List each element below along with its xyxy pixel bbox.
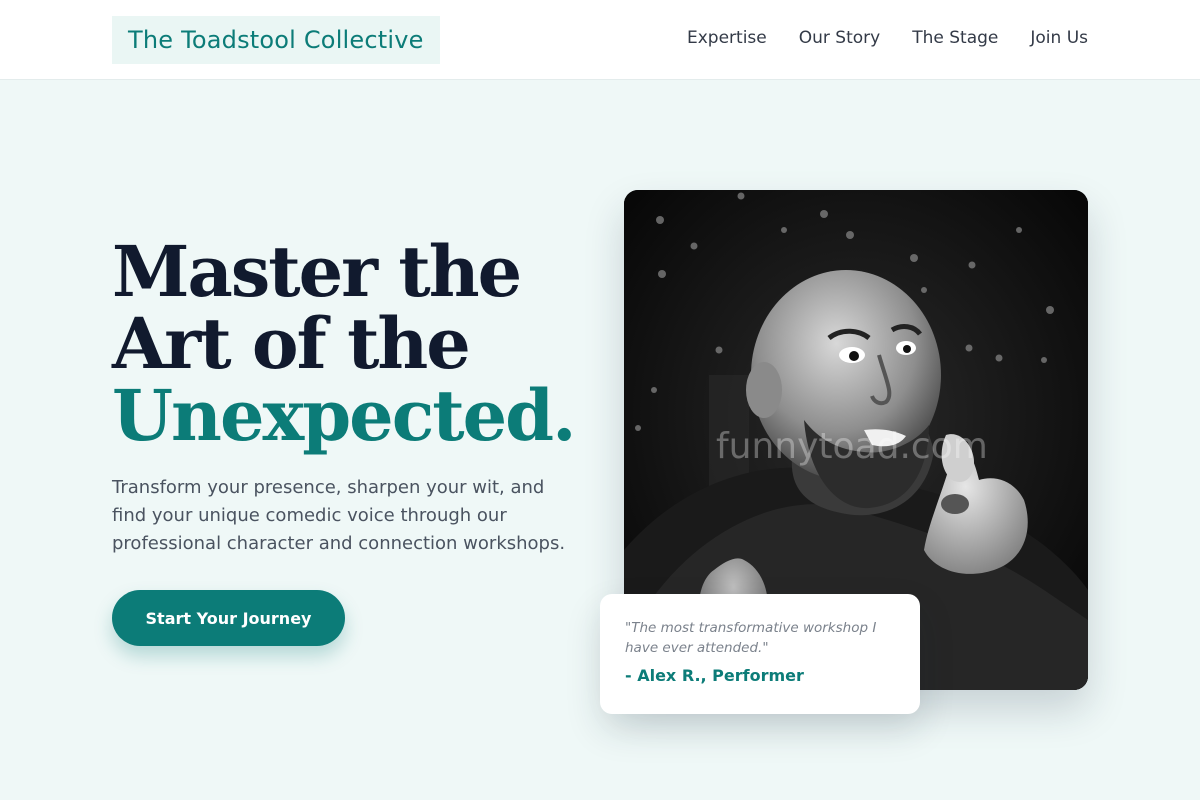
testimonial-quote: "The most transformative workshop I have… — [625, 620, 877, 656]
brand-logo[interactable]: The Toadstool Collective — [112, 16, 440, 64]
hero-heading: Master the Art of the Unexpected. — [112, 230, 577, 457]
testimonial-author: - Alex R., Performer — [625, 666, 804, 685]
start-journey-button[interactable]: Start Your Journey — [112, 590, 345, 646]
nav-link-the-stage[interactable]: The Stage — [912, 28, 998, 48]
hero-heading-accent: Unexpected. — [112, 374, 577, 457]
testimonial-card: "The most transformative workshop I have… — [600, 594, 920, 714]
hero-subtitle: Transform your presence, sharpen your wi… — [112, 477, 566, 554]
top-navbar: The Toadstool Collective Expertise Our S… — [0, 0, 1200, 80]
hero-heading-line-1: Master the — [112, 230, 522, 313]
nav-link-expertise[interactable]: Expertise — [687, 28, 767, 48]
nav-link-join-us[interactable]: Join Us — [1030, 28, 1088, 48]
hero-heading-line-2: Art of the — [112, 302, 471, 385]
photo-watermark: funnytoad.com — [716, 426, 988, 467]
main-nav: Expertise Our Story The Stage Join Us — [687, 0, 1088, 76]
nav-link-our-story[interactable]: Our Story — [799, 28, 880, 48]
